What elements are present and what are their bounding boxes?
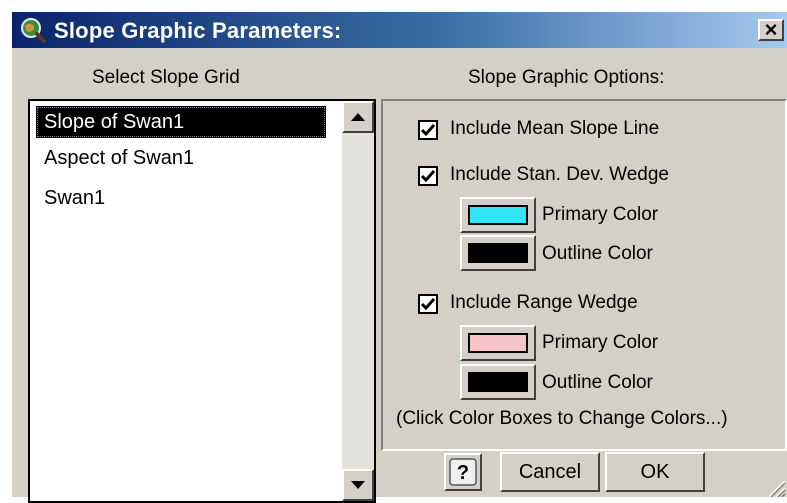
- ok-label: OK: [640, 460, 670, 483]
- scroll-up-button[interactable]: [342, 101, 374, 133]
- close-icon: ×: [764, 17, 778, 42]
- std-primary-color-label: Primary Color: [542, 204, 659, 225]
- range-outline-color-label: Outline Color: [542, 372, 653, 393]
- checkmark-icon: [421, 298, 435, 310]
- std-dev-wedge-label: Include Stan. Dev. Wedge: [450, 164, 669, 185]
- scroll-up-icon: [351, 113, 365, 121]
- mean-slope-checkbox[interactable]: [418, 120, 438, 140]
- range-wedge-label: Include Range Wedge: [450, 292, 638, 313]
- scroll-down-button[interactable]: [342, 469, 374, 501]
- help-button[interactable]: ?: [444, 453, 482, 491]
- options-label: Slope Graphic Options:: [468, 67, 665, 88]
- resize-grip-icon[interactable]: [766, 478, 786, 498]
- mean-slope-label: Include Mean Slope Line: [450, 118, 660, 139]
- select-grid-label: Select Slope Grid: [92, 67, 240, 88]
- options-panel: [381, 99, 787, 451]
- std-primary-color-fill: [468, 205, 528, 225]
- std-primary-color-swatch[interactable]: [460, 197, 536, 233]
- range-wedge-checkbox[interactable]: [418, 294, 438, 314]
- map-magnifier-icon: [21, 18, 46, 43]
- std-outline-color-fill: [468, 243, 528, 263]
- list-item[interactable]: Swan1: [36, 182, 326, 214]
- std-outline-color-label: Outline Color: [542, 243, 653, 264]
- checkmark-icon: [421, 170, 435, 182]
- range-primary-color-swatch[interactable]: [460, 325, 536, 361]
- checkmark-icon: [421, 124, 435, 136]
- list-item-label: Swan1: [44, 187, 106, 209]
- list-item-label: Slope of Swan1: [44, 111, 185, 133]
- dialog-window: Slope Graphic Parameters: × Select Slope…: [10, 10, 787, 503]
- list-item[interactable]: Aspect of Swan1: [36, 142, 326, 174]
- list-item[interactable]: Slope of Swan1: [36, 106, 326, 138]
- cancel-label: Cancel: [518, 460, 582, 483]
- vertical-scrollbar[interactable]: [342, 101, 374, 501]
- ok-button[interactable]: OK: [605, 452, 705, 492]
- color-hint-text: (Click Color Boxes to Change Colors...): [396, 408, 728, 429]
- std-dev-wedge-checkbox[interactable]: [418, 166, 438, 186]
- std-outline-color-swatch[interactable]: [460, 235, 536, 271]
- window-title: Slope Graphic Parameters:: [54, 18, 342, 43]
- range-outline-color-swatch[interactable]: [460, 364, 536, 400]
- help-icon: ?: [449, 458, 477, 486]
- range-primary-color-fill: [468, 333, 528, 353]
- slope-grid-listbox[interactable]: Slope of Swan1 Aspect of Swan1 Swan1: [28, 99, 376, 503]
- help-label: ?: [457, 462, 469, 484]
- close-button[interactable]: ×: [758, 19, 784, 41]
- range-primary-color-label: Primary Color: [542, 332, 659, 353]
- cancel-button[interactable]: Cancel: [500, 452, 600, 492]
- range-outline-color-fill: [468, 372, 528, 392]
- list-item-label: Aspect of Swan1: [44, 147, 195, 169]
- title-bar[interactable]: Slope Graphic Parameters: ×: [12, 12, 787, 48]
- scroll-down-icon: [351, 481, 365, 489]
